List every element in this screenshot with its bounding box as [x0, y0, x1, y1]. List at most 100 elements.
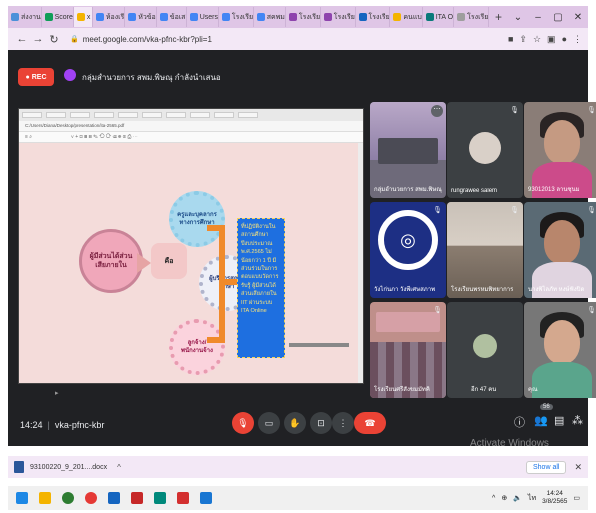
shared-screen-url: C:/Users/Diana/Desktop/presentation/ita-…	[19, 121, 363, 132]
info-icon[interactable]: ⓘ	[514, 414, 525, 430]
network-icon[interactable]: ⊕	[501, 494, 507, 502]
self-tile[interactable]: 🎙 คุณ	[524, 302, 596, 398]
participant-tile[interactable]: ⋯ กลุ่มอำนวยการ สพม.พิษณุ	[370, 102, 446, 198]
browser-tab[interactable]: โรงเรีย	[454, 7, 489, 27]
participant-tile[interactable]: 🎙 93012013 ลานซุนม	[524, 102, 596, 198]
browser-tab[interactable]: ITA O	[423, 7, 455, 27]
teams-icon[interactable]	[108, 492, 120, 504]
profile-icon[interactable]: ●	[562, 34, 567, 45]
participant-name: rungrawee salem	[451, 188, 498, 194]
app-icon[interactable]	[131, 492, 143, 504]
close-window-button[interactable]: ✕	[568, 12, 588, 23]
windows-taskbar: ^ ⊕ 🔈 ไท 14:24 3/8/2565 ▭	[8, 486, 588, 510]
more-options-button[interactable]: ⋮	[332, 412, 354, 434]
browser-tab[interactable]: หัวข้อ	[125, 7, 157, 27]
participant-tile[interactable]: 🎙 โรงเรียนพรหมพิทยาการ	[447, 202, 523, 298]
store-icon[interactable]	[62, 492, 74, 504]
tab-favicon-icon	[44, 13, 53, 21]
close-icon[interactable]: ✕	[574, 462, 582, 473]
url-text: meet.google.com/vka-pfnc-kbr?pli=1	[82, 34, 212, 44]
system-tray: ^ ⊕ 🔈 ไท 14:24 3/8/2565 ▭	[492, 490, 580, 506]
participant-tile[interactable]: 🎙 โรงเรียนศรีสังขมมัทคิ	[370, 302, 446, 398]
people-count-badge: 56	[540, 404, 553, 410]
new-tab-button[interactable]: +	[489, 10, 508, 24]
browser-tab[interactable]: ห้องเรี	[93, 7, 126, 27]
leave-call-button[interactable]: ☎	[354, 412, 386, 434]
reload-button[interactable]: ↻	[46, 33, 62, 46]
tab-favicon-icon	[95, 13, 104, 21]
more-options-icon[interactable]: ⋯	[431, 105, 443, 117]
watermark-title: Activate Windows	[470, 438, 549, 449]
slide-bracket-arm	[225, 279, 237, 285]
volume-icon[interactable]: 🔈	[513, 494, 522, 502]
url-field[interactable]: 🔒 meet.google.com/vka-pfnc-kbr?pli=1	[70, 35, 212, 44]
participant-name: 93012013 ลานซุนม	[528, 187, 580, 193]
notifications-icon[interactable]: ▭	[573, 494, 580, 502]
browser-tab[interactable]: โรงเรีย	[321, 7, 356, 27]
download-file-name[interactable]: 93100220_9_201....docx	[30, 464, 107, 471]
present-button[interactable]: ⊡	[310, 412, 332, 434]
show-all-button[interactable]: Show all	[525, 460, 567, 474]
people-icon[interactable]: 👥	[534, 414, 548, 427]
system-clock[interactable]: 14:24 3/8/2565	[542, 490, 567, 506]
shared-screen-side-panel	[358, 143, 363, 383]
forward-button[interactable]: →	[30, 33, 46, 45]
browser-tab[interactable]: Score	[42, 7, 74, 27]
participant-tile[interactable]: ◎ 🎙 วังไก่นภา วังพีเศษสภาพ	[370, 202, 446, 298]
presenter-icon	[64, 69, 76, 81]
more-participants-label: อีก 47 คน	[471, 387, 497, 393]
back-button[interactable]: ←	[14, 33, 30, 45]
tab-label: ส่งงาน	[21, 13, 41, 21]
tab-favicon-icon	[288, 13, 297, 21]
more-participants-tile[interactable]: อีก 47 คน	[447, 302, 523, 398]
share-icon[interactable]: ⇪	[519, 34, 527, 45]
menu-icon[interactable]: ⋮	[573, 34, 582, 45]
tab-label: ข้อเส	[169, 13, 186, 21]
tab-label: ห้องเรี	[105, 13, 125, 21]
language-icon[interactable]: ไท	[528, 493, 536, 504]
tab-favicon-icon	[76, 13, 85, 21]
maximize-button[interactable]: ▢	[548, 12, 568, 23]
hand-icon: ✋	[289, 417, 301, 428]
pdf-icon[interactable]	[177, 492, 189, 504]
start-icon[interactable]	[16, 492, 28, 504]
slide-description-box: ที่ปฏิบัติงานในสถานศึกษาปีงบประมาณ พ.ศ.2…	[237, 218, 285, 358]
camera-icon[interactable]: ■	[508, 34, 513, 45]
record-dot-icon: ●	[25, 73, 30, 81]
activities-icon[interactable]: ⁂	[572, 414, 583, 427]
app-icon-2[interactable]	[154, 492, 166, 504]
tray-chevron-icon[interactable]: ^	[492, 495, 495, 502]
browser-tab[interactable]: Users	[187, 7, 219, 27]
chevron-up-icon[interactable]: ^	[117, 463, 121, 472]
browser-tab[interactable]: ส่งงาน	[8, 7, 42, 27]
tab-search-icon[interactable]: ⌄	[508, 12, 528, 23]
chat-icon[interactable]: ▤	[554, 414, 564, 427]
participant-name: วังไก่นภา วังพีเศษสภาพ	[374, 287, 436, 293]
tab-label: x	[86, 13, 91, 21]
raise-hand-button[interactable]: ✋	[284, 412, 306, 434]
minimize-button[interactable]: –	[528, 12, 548, 23]
more-vert-icon: ⋮	[338, 417, 348, 428]
video-feed-face	[544, 320, 580, 364]
browser-tab[interactable]: โรงเรีย	[356, 7, 391, 27]
browser-tab[interactable]: x	[73, 7, 93, 27]
camera-toggle-button[interactable]: ▭	[258, 412, 280, 434]
browser-tab[interactable]: ข้อเส	[157, 7, 187, 27]
tab-label: Users	[199, 13, 218, 21]
browser-tab[interactable]: โรงเรีย	[286, 7, 321, 27]
browser-tab[interactable]: คนแบ	[390, 7, 423, 27]
mic-toggle-button[interactable]: 🎙	[232, 412, 254, 434]
browser-tab[interactable]: สคพม	[254, 7, 286, 27]
window-icon[interactable]: ▣	[547, 34, 556, 45]
participant-tile[interactable]: 🎙 นางพิไลภัท หงษ์ฟังปิด	[524, 202, 596, 298]
tab-favicon-icon	[221, 13, 230, 21]
bookmark-star-icon[interactable]: ☆	[533, 34, 541, 45]
mic-muted-icon: 🎙	[433, 207, 442, 214]
browser-tab[interactable]: โรงเรีย	[219, 7, 254, 27]
file-explorer-icon[interactable]	[39, 492, 51, 504]
hang-up-icon: ☎	[364, 417, 376, 428]
participant-tile[interactable]: 🎙 rungrawee salem	[447, 102, 523, 198]
tab-favicon-icon	[256, 13, 265, 21]
word-icon[interactable]	[200, 492, 212, 504]
chrome-icon[interactable]	[85, 492, 97, 504]
